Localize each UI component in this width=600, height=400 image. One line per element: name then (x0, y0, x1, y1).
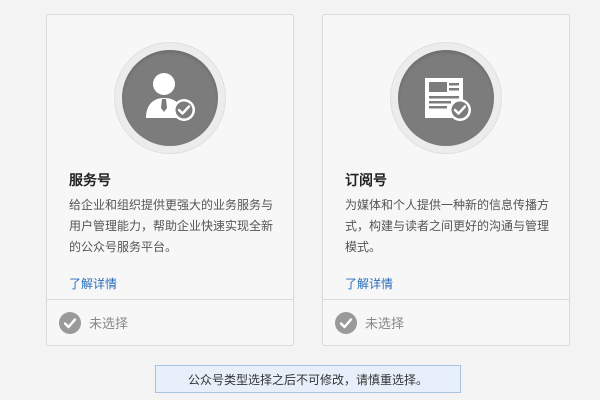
user-check-icon (122, 50, 218, 146)
learn-more-link[interactable]: 了解详情 (69, 275, 117, 292)
subscription-account-card[interactable]: 订阅号 为媒体和个人提供一种新的信息传播方式，构建与读者之间更好的沟通与管理模式… (322, 14, 570, 346)
check-icon (335, 311, 357, 334)
selection-status: 未选择 (89, 317, 129, 332)
check-icon (59, 311, 81, 334)
selection-status: 未选择 (365, 317, 405, 332)
service-account-card[interactable]: 服务号 给企业和组织提供更强大的业务服务与用户管理能力，帮助企业快速实现全新的公… (46, 14, 294, 346)
service-badge-ring (114, 42, 226, 154)
card-title: 订阅号 (345, 173, 387, 189)
card-description: 给企业和组织提供更强大的业务服务与用户管理能力，帮助企业快速实现全新的公众号服务… (69, 198, 274, 254)
card-footer[interactable]: 未选择 (47, 299, 293, 345)
card-footer[interactable]: 未选择 (323, 299, 569, 345)
card-description: 为媒体和个人提供一种新的信息传播方式，构建与读者之间更好的沟通与管理模式。 (345, 198, 550, 254)
document-check-icon (398, 50, 494, 146)
learn-more-link[interactable]: 了解详情 (345, 275, 393, 292)
notice-banner: 公众号类型选择之后不可修改，请慎重选择。 (155, 365, 461, 393)
card-title: 服务号 (69, 173, 111, 189)
subscription-badge-ring (390, 42, 502, 154)
